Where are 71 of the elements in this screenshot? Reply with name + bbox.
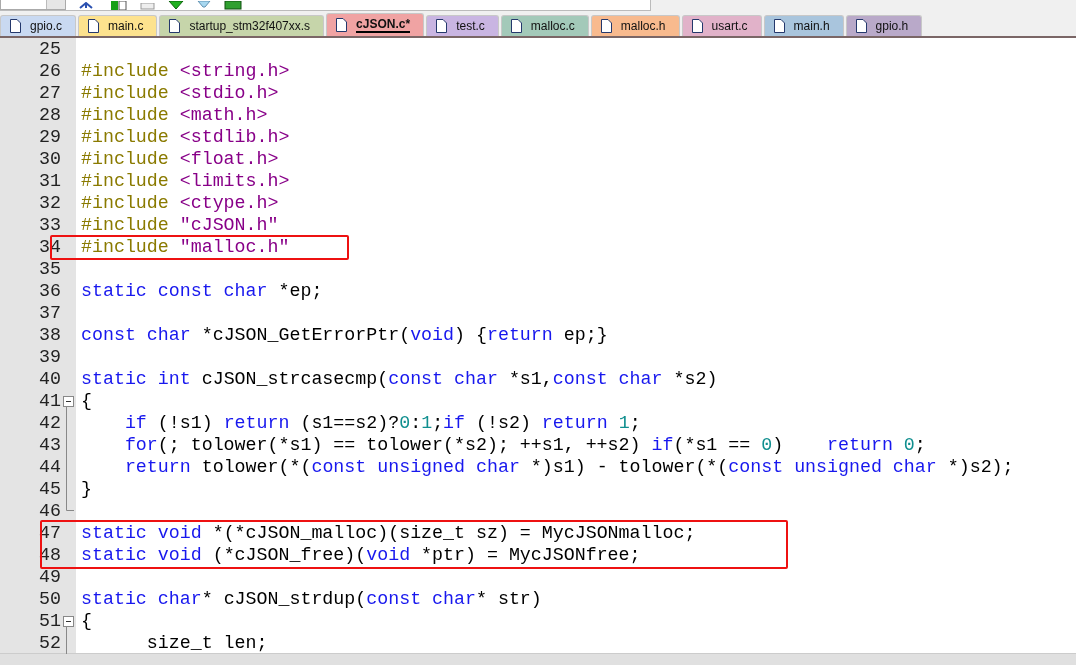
line-number: 45 bbox=[38, 478, 62, 500]
editor-tab[interactable]: usart.c bbox=[681, 15, 762, 36]
code-line: #include <ctype.h> bbox=[81, 192, 279, 214]
file-icon bbox=[600, 19, 612, 33]
code-line: #include <limits.h> bbox=[81, 170, 290, 192]
file-icon bbox=[169, 19, 181, 33]
file-icon bbox=[773, 19, 785, 33]
editor-tab[interactable]: cJSON.c* bbox=[326, 13, 425, 36]
line-number: 51 bbox=[38, 610, 62, 632]
collapse-icon[interactable] bbox=[63, 616, 74, 627]
line-number: 31 bbox=[38, 170, 62, 192]
code-line: } bbox=[81, 478, 92, 500]
file-icon bbox=[691, 19, 703, 33]
code-line: #include <float.h> bbox=[81, 148, 279, 170]
scrollbar[interactable] bbox=[0, 653, 1076, 665]
line-number: 32 bbox=[38, 192, 62, 214]
code-line: #include "cJSON.h" bbox=[81, 214, 279, 236]
line-number: 43 bbox=[38, 434, 62, 456]
code-line: static void (*cJSON_free)(void *ptr) = MycJSONfree; bbox=[81, 544, 641, 566]
dropdown-field[interactable] bbox=[0, 0, 66, 10]
file-icon bbox=[336, 18, 348, 32]
line-number: 40 bbox=[38, 368, 62, 390]
line-number: 38 bbox=[38, 324, 62, 346]
line-number: 44 bbox=[38, 456, 62, 478]
code-line: static char* cJSON_strdup(const char* str) bbox=[81, 588, 542, 610]
code-line: static const char *ep; bbox=[81, 280, 323, 302]
code-line: #include <stdio.h> bbox=[81, 82, 279, 104]
collapse-icon[interactable] bbox=[63, 396, 74, 407]
line-number: 30 bbox=[38, 148, 62, 170]
code-line: if (!s1) return (s1==s2)?0:1;if (!s2) return 1; bbox=[123, 412, 641, 434]
line-number: 37 bbox=[38, 302, 62, 324]
line-number: 35 bbox=[38, 258, 62, 280]
editor-tab[interactable]: startup_stm32f407xx.s bbox=[159, 15, 325, 36]
editor-tab[interactable]: malloc.c bbox=[500, 15, 589, 36]
code-line: return tolower(*(const unsigned char *)s1) - tolower(*(const unsigned char *)s2); bbox=[123, 456, 1014, 478]
code-line: const char *cJSON_GetErrorPtr(void) {return ep;} bbox=[81, 324, 608, 346]
code-line: #include <math.h> bbox=[81, 104, 268, 126]
code-line: #include <string.h> bbox=[81, 60, 290, 82]
file-icon bbox=[88, 19, 100, 33]
line-number: 26 bbox=[38, 60, 62, 82]
editor-tab[interactable]: gpio.h bbox=[845, 15, 923, 36]
line-number: 29 bbox=[38, 126, 62, 148]
line-number: 42 bbox=[38, 412, 62, 434]
code-line: { bbox=[81, 390, 92, 412]
line-number: 49 bbox=[38, 566, 62, 588]
editor-tab[interactable]: malloc.h bbox=[590, 15, 680, 36]
code-line: static void *(*cJSON_malloc)(size_t sz) = MycJSONmalloc; bbox=[81, 522, 696, 544]
line-number: 28 bbox=[38, 104, 62, 126]
file-icon bbox=[510, 19, 522, 33]
editor-tab[interactable]: main.h bbox=[763, 15, 844, 36]
line-number: 36 bbox=[38, 280, 62, 302]
line-number: 25 bbox=[38, 38, 62, 60]
file-icon bbox=[855, 19, 867, 33]
code-line: size_t len; bbox=[145, 632, 268, 654]
line-number: 33 bbox=[38, 214, 62, 236]
line-number: 52 bbox=[38, 632, 62, 654]
line-number: 46 bbox=[38, 500, 62, 522]
line-number: 50 bbox=[38, 588, 62, 610]
code-line: #include "malloc.h" bbox=[81, 236, 290, 258]
line-number: 41 bbox=[38, 390, 62, 412]
line-number: 39 bbox=[38, 346, 62, 368]
line-number: 27 bbox=[38, 82, 62, 104]
editor-tab[interactable]: test.c bbox=[426, 15, 499, 36]
code-line: for(; tolower(*s1) == tolower(*s2); ++s1, ++s2) if(*s1 == 0) return 0; bbox=[123, 434, 926, 456]
file-icon bbox=[10, 19, 21, 33]
file-icon bbox=[436, 19, 448, 33]
code-line: static int cJSON_strcasecmp(const char *s1,const char *s2) bbox=[81, 368, 718, 390]
code-line: { bbox=[81, 610, 92, 632]
editor-tab[interactable]: main.c bbox=[78, 15, 158, 36]
code-line: #include <stdlib.h> bbox=[81, 126, 290, 148]
editor-tab[interactable]: gpio.c bbox=[0, 15, 77, 36]
